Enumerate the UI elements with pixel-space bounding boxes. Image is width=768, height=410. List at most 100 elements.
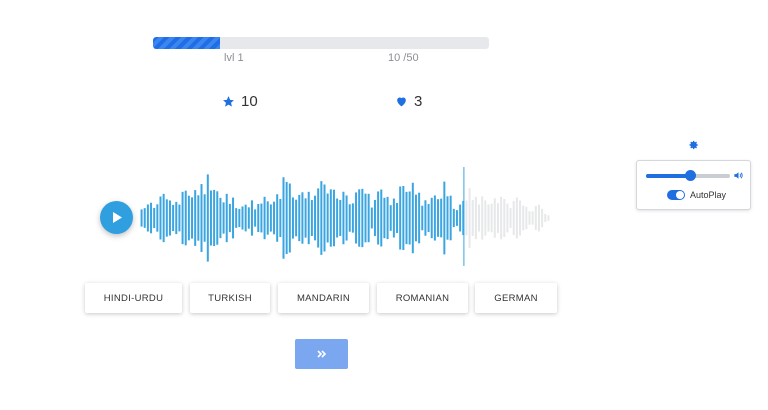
waveform-bar [493,198,496,238]
waveform-bar [364,193,367,243]
waveform-bar [506,203,509,233]
waveform-bar [329,189,332,247]
volume-knob[interactable] [684,170,696,181]
waveform-bar [285,181,288,255]
waveform-bar [392,198,395,238]
question-count: 10 /50 [388,52,419,64]
option-button[interactable]: HINDI-URDU [85,283,182,313]
waveform-bar [519,200,522,236]
waveform-bar [184,190,187,246]
waveform-bar [326,193,329,243]
waveform-bar [295,199,298,237]
waveform-bar [156,204,159,232]
play-icon [112,212,122,223]
waveform-bar [474,196,477,240]
waveform-bar [314,195,317,241]
play-button[interactable] [100,201,133,234]
waveform-bar [421,205,424,231]
waveform-bar [544,213,547,223]
waveform-bar [503,199,506,237]
waveform-bar [414,194,417,242]
waveform-bar [481,196,484,240]
waveform-bar [490,203,493,233]
waveform-bar [342,191,345,245]
waveform-bar [168,200,171,236]
waveform-bar [291,197,294,239]
waveform-bar [459,204,462,232]
waveform-bar [411,182,414,254]
waveform-bar [471,199,474,237]
option-button[interactable]: MANDARIN [278,283,369,313]
waveform-bar [187,195,190,241]
waveform-bar [298,194,301,242]
waveform-bar [181,191,184,245]
gear-icon[interactable] [689,140,699,150]
waveform-bar [525,206,528,230]
waveform-bar [433,195,436,241]
autoplay-label: AutoPlay [690,190,727,200]
waveform-bar [146,204,149,232]
waveform-bar [235,208,238,228]
waveform-bar [159,196,162,240]
waveform-bar [446,196,449,240]
hearts-count: 3 [414,93,423,110]
waveform-bar [206,174,209,262]
waveform-bar [402,186,405,250]
waveform-bar [222,202,225,234]
waveform-bar [358,189,361,247]
waveform-bar [437,199,440,237]
waveform-bar [531,211,534,225]
next-button[interactable] [295,339,348,369]
autoplay-toggle[interactable] [667,190,685,200]
waveform-bar [496,203,499,233]
waveform-bar [238,208,241,228]
waveform-bar [424,200,427,236]
waveform-bar [263,196,266,240]
star-icon [223,96,234,107]
waveform-bar [389,205,392,231]
volume-fill [646,174,690,178]
waveform-bar [175,201,178,235]
waveform-bar [339,200,342,236]
waveform-bar [197,195,200,241]
waveform-bar [383,197,386,239]
waveform-bar [440,198,443,238]
hearts-counter: 3 [395,93,422,110]
waveform-bar [370,207,373,229]
waveform-bar [465,200,468,236]
waveform-bar [273,201,276,235]
waveform-bar [449,195,452,241]
heart-icon [397,97,406,107]
audio-waveform[interactable] [140,160,550,270]
waveform-bar [288,183,291,253]
progress-fill [153,37,221,49]
waveform-bar [443,181,446,255]
double-chevron-right-icon [316,350,326,358]
waveform-bar [351,203,354,233]
waveform-bar [194,190,197,246]
autoplay-setting: AutoPlay [667,190,726,200]
waveform-bar [396,202,399,234]
waveform-bar [282,177,285,259]
waveform-bar [541,208,544,228]
waveform-bar [225,193,228,243]
waveform-bar [537,204,540,232]
waveform-bar [172,204,175,232]
waveform-bar [200,184,203,252]
waveform-bar [468,188,471,248]
waveform-bar [140,209,143,227]
waveform-bar [228,203,231,233]
option-button[interactable]: ROMANIAN [377,283,468,313]
waveform-bar [266,201,269,235]
option-button[interactable]: TURKISH [190,283,270,313]
waveform-bar [487,204,490,232]
waveform-bar [143,208,146,228]
waveform-bar [427,204,430,232]
stars-count: 10 [241,93,258,110]
option-button[interactable]: GERMAN [475,283,557,313]
volume-slider[interactable] [646,170,730,181]
waveform-bar [345,195,348,241]
waveform-bar [377,191,380,245]
waveform-bar [373,199,376,237]
waveform-bar [232,197,235,239]
